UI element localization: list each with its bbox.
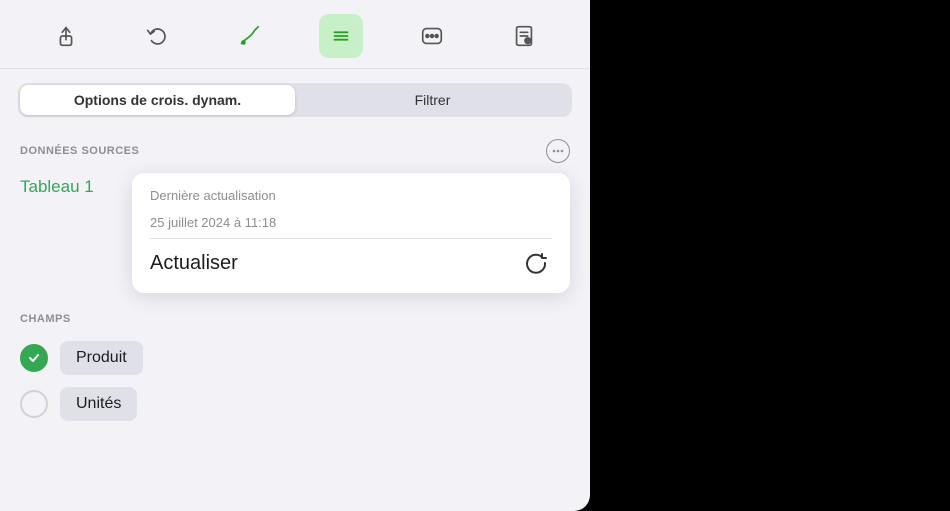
donnees-sources-section-label: DONNÉES SOURCES — [0, 127, 590, 169]
data-source-row: Tableau 1 Dernière actualisation 25 juil… — [0, 169, 590, 301]
menu-button[interactable] — [319, 14, 363, 58]
last-update-text: Dernière actualisation 25 juillet 2024 à… — [150, 187, 552, 230]
produit-chip[interactable]: Produit — [60, 341, 143, 375]
doc-button[interactable] — [502, 14, 546, 58]
actualiser-label[interactable]: Actualiser — [150, 252, 238, 275]
field-item-produit: Produit — [20, 335, 570, 381]
champs-section-label: CHAMPS — [0, 301, 590, 331]
unites-checkbox[interactable] — [20, 390, 48, 418]
source-name[interactable]: Tableau 1 — [20, 173, 120, 197]
right-panel — [590, 0, 950, 511]
brush-button[interactable] — [227, 14, 271, 58]
tooltip-popup: Dernière actualisation 25 juillet 2024 à… — [132, 173, 570, 293]
main-panel: Options de crois. dynam. Filtrer DONNÉES… — [0, 0, 590, 511]
produit-checkbox[interactable] — [20, 344, 48, 372]
filter-segment[interactable]: Filtrer — [295, 85, 570, 115]
refresh-button[interactable] — [520, 247, 552, 279]
share-button[interactable] — [44, 14, 88, 58]
field-item-unites: Unités — [20, 381, 570, 427]
unites-chip[interactable]: Unités — [60, 387, 137, 421]
champs-section: Produit Unités — [0, 331, 590, 427]
segment-control: Options de crois. dynam. Filtrer — [18, 83, 572, 117]
options-segment[interactable]: Options de crois. dynam. — [20, 85, 295, 115]
actualiser-row: Actualiser — [150, 247, 552, 279]
more-button[interactable] — [410, 14, 454, 58]
undo-button[interactable] — [135, 14, 179, 58]
divider — [150, 238, 552, 239]
toolbar — [0, 0, 590, 69]
donnees-sources-more-button[interactable] — [546, 139, 570, 163]
